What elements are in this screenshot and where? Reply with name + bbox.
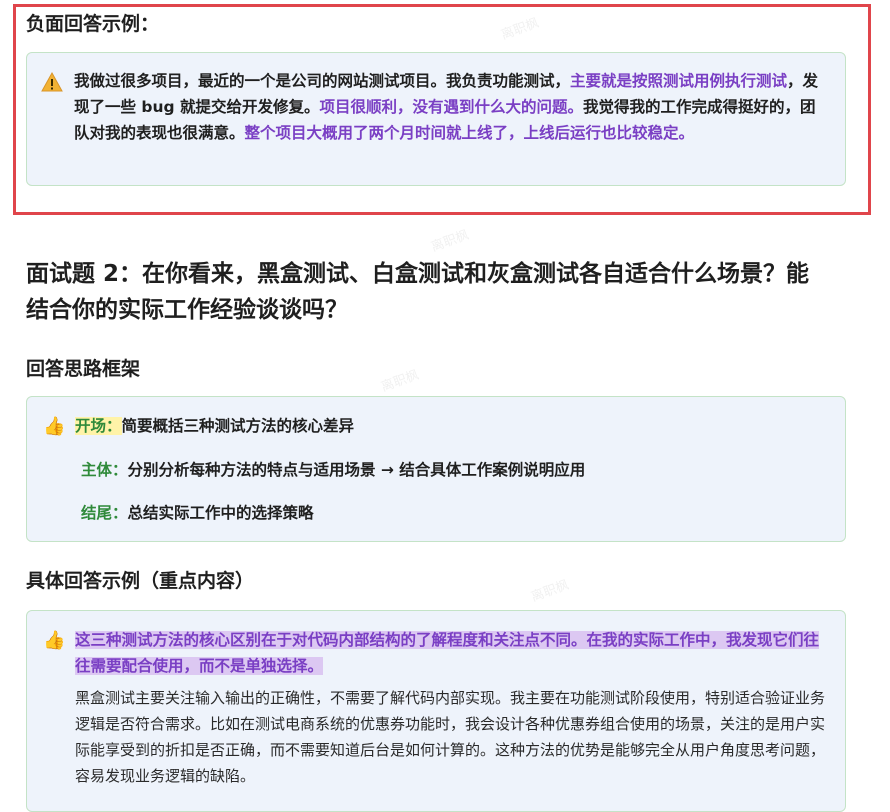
question-title: 面试题 2：在你看来，黑盒测试、白盒测试和灰盒测试各自适合什么场景？能结合你的实… <box>26 261 810 323</box>
framework-item-ending: 结尾：总结实际工作中的选择策略 <box>81 504 314 522</box>
framework-box: 👍 开场：简要概括三种测试方法的核心差异 主体：分别分析每种方法的特点与适用场景… <box>26 396 846 542</box>
warning-icon <box>41 71 63 93</box>
example-lead: 这三种测试方法的核心区别在于对代码内部结构的了解程度和关注点不同。在我的实际工作… <box>75 631 820 675</box>
thumbs-up-icon: 👍 <box>43 630 66 651</box>
framework-heading: 回答思路框架 <box>26 358 141 380</box>
framework-item-body: 主体：分别分析每种方法的特点与适用场景 → 结合具体工作案例说明应用 <box>81 461 586 479</box>
example-heading: 具体回答示例（重点内容） <box>26 570 255 592</box>
thumbs-up-icon: 👍 <box>43 416 66 437</box>
negative-example-box: 我做过很多项目，最近的一个是公司的网站测试项目。我负责功能测试，主要就是按照测试… <box>26 52 846 186</box>
negative-example-text: 我做过很多项目，最近的一个是公司的网站测试项目。我负责功能测试，主要就是按照测试… <box>74 72 819 142</box>
example-box: 👍 这三种测试方法的核心区别在于对代码内部结构的了解程度和关注点不同。在我的实际… <box>26 610 846 812</box>
negative-example-heading: 负面回答示例： <box>26 13 160 35</box>
framework-item-opening: 开场：简要概括三种测试方法的核心差异 <box>75 417 355 435</box>
example-paragraph: 黑盒测试主要关注输入输出的正确性，不需要了解代码内部实现。我主要在功能测试阶段使… <box>75 689 826 785</box>
